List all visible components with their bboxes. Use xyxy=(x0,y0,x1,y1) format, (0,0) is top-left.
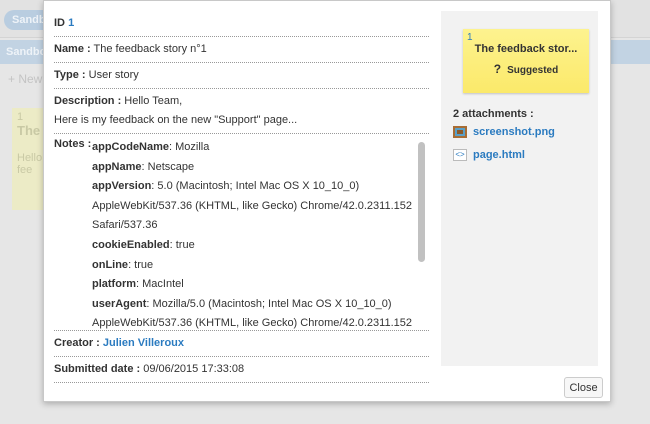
new-button[interactable]: + New xyxy=(8,72,42,86)
type-row: Type : User story xyxy=(54,63,429,89)
note-line: AppleWebKit/537.36 (KHTML, like Gecko) C… xyxy=(92,314,415,330)
creator-row: Creator : Julien Villeroux xyxy=(54,331,429,357)
note-key: userAgent xyxy=(92,297,147,310)
story-sticky-note[interactable]: 1 The feedback stor... ? Suggested xyxy=(463,29,589,93)
note-value: : MacIntel xyxy=(136,278,184,291)
description-label: Description : xyxy=(54,95,122,107)
note-line: platform: MacIntel xyxy=(92,275,415,295)
name-label: Name : xyxy=(54,43,91,55)
attachment-link[interactable]: screenshot.png xyxy=(473,126,555,138)
attachment-page[interactable]: <> page.html xyxy=(453,149,525,161)
note-key: platform xyxy=(92,278,136,291)
note-line: AppleWebKit/537.36 (KHTML, like Gecko) C… xyxy=(92,197,415,217)
note-line: appVersion: 5.0 (Macintosh; Intel Mac OS… xyxy=(92,177,415,197)
image-file-icon xyxy=(453,126,467,138)
creator-link[interactable]: Julien Villeroux xyxy=(103,337,184,349)
note-value: : true xyxy=(169,238,195,251)
note-value: : Mozilla/5.0 (Macintosh; Intel Mac OS X… xyxy=(146,297,392,310)
creator-label: Creator : xyxy=(54,337,100,349)
submitted-label: Submitted date : xyxy=(54,363,141,375)
sticky-title: The feedback stor... xyxy=(474,43,578,55)
scrollbar[interactable] xyxy=(418,142,425,262)
notes-label: Notes : xyxy=(54,138,92,150)
submitted-value: 09/06/2015 17:33:08 xyxy=(143,363,245,375)
question-icon: ? xyxy=(493,62,502,76)
note-value: AppleWebKit/537.36 (KHTML, like Gecko) C… xyxy=(92,317,412,330)
name-row: Name : The feedback story n°1 xyxy=(54,37,429,63)
id-row: ID 1 xyxy=(54,11,429,37)
note-line: cookieEnabled: true xyxy=(92,236,415,256)
description-row: Description : Hello Team, Here is my feed… xyxy=(54,89,429,134)
note-value: : Mozilla xyxy=(169,141,210,153)
note-value: : 5.0 (Macintosh; Intel Mac OS X 10_10_0… xyxy=(151,180,360,193)
description-line: Here is my feedback on the new "Support"… xyxy=(54,114,298,126)
description-line: Hello Team, xyxy=(124,95,183,107)
type-value: User story xyxy=(88,69,139,81)
html-file-icon: <> xyxy=(453,149,467,161)
sticky-status: Suggested xyxy=(507,65,559,76)
note-value: : Netscape xyxy=(141,160,195,173)
attachment-link[interactable]: page.html xyxy=(473,149,525,161)
id-label: ID xyxy=(54,17,65,29)
note-line: appName: Netscape xyxy=(92,158,415,178)
feedback-modal: ID 1 Name : The feedback story n°1 Type … xyxy=(43,0,611,402)
note-line: Safari/537.36 xyxy=(92,216,415,236)
id-value: 1 xyxy=(68,17,75,29)
note-line: appCodeName: Mozilla xyxy=(92,138,415,158)
details-panel: ID 1 Name : The feedback story n°1 Type … xyxy=(54,11,429,383)
note-value: Safari/537.36 xyxy=(92,219,158,232)
note-key: cookieEnabled xyxy=(92,238,170,251)
note-value: AppleWebKit/537.36 (KHTML, like Gecko) C… xyxy=(92,199,412,212)
sticky-id: 1 xyxy=(467,32,473,43)
side-panel: 1 The feedback stor... ? Suggested 2 atta… xyxy=(441,11,598,366)
type-label: Type : xyxy=(54,69,86,81)
note-line: userAgent: Mozilla/5.0 (Macintosh; Intel… xyxy=(92,295,415,315)
notes-scroll-area[interactable]: appCodeName: Mozilla appName: Netscape app… xyxy=(92,138,429,330)
attachments-heading: 2 attachments : xyxy=(453,108,534,120)
note-key: appCodeName xyxy=(92,141,170,153)
note-key: appName xyxy=(92,160,142,173)
notes-row: Notes : appCodeName: Mozilla appName: Net… xyxy=(54,134,429,331)
attachment-screenshot[interactable]: screenshot.png xyxy=(453,126,555,138)
close-button[interactable]: Close xyxy=(564,377,603,398)
note-line: onLine: true xyxy=(92,256,415,276)
note-key: appVersion xyxy=(92,180,152,193)
note-key: onLine xyxy=(92,258,129,271)
submitted-row: Submitted date : 09/06/2015 17:33:08 xyxy=(54,357,429,383)
note-value: : true xyxy=(128,258,154,271)
name-value: The feedback story n°1 xyxy=(93,43,207,55)
